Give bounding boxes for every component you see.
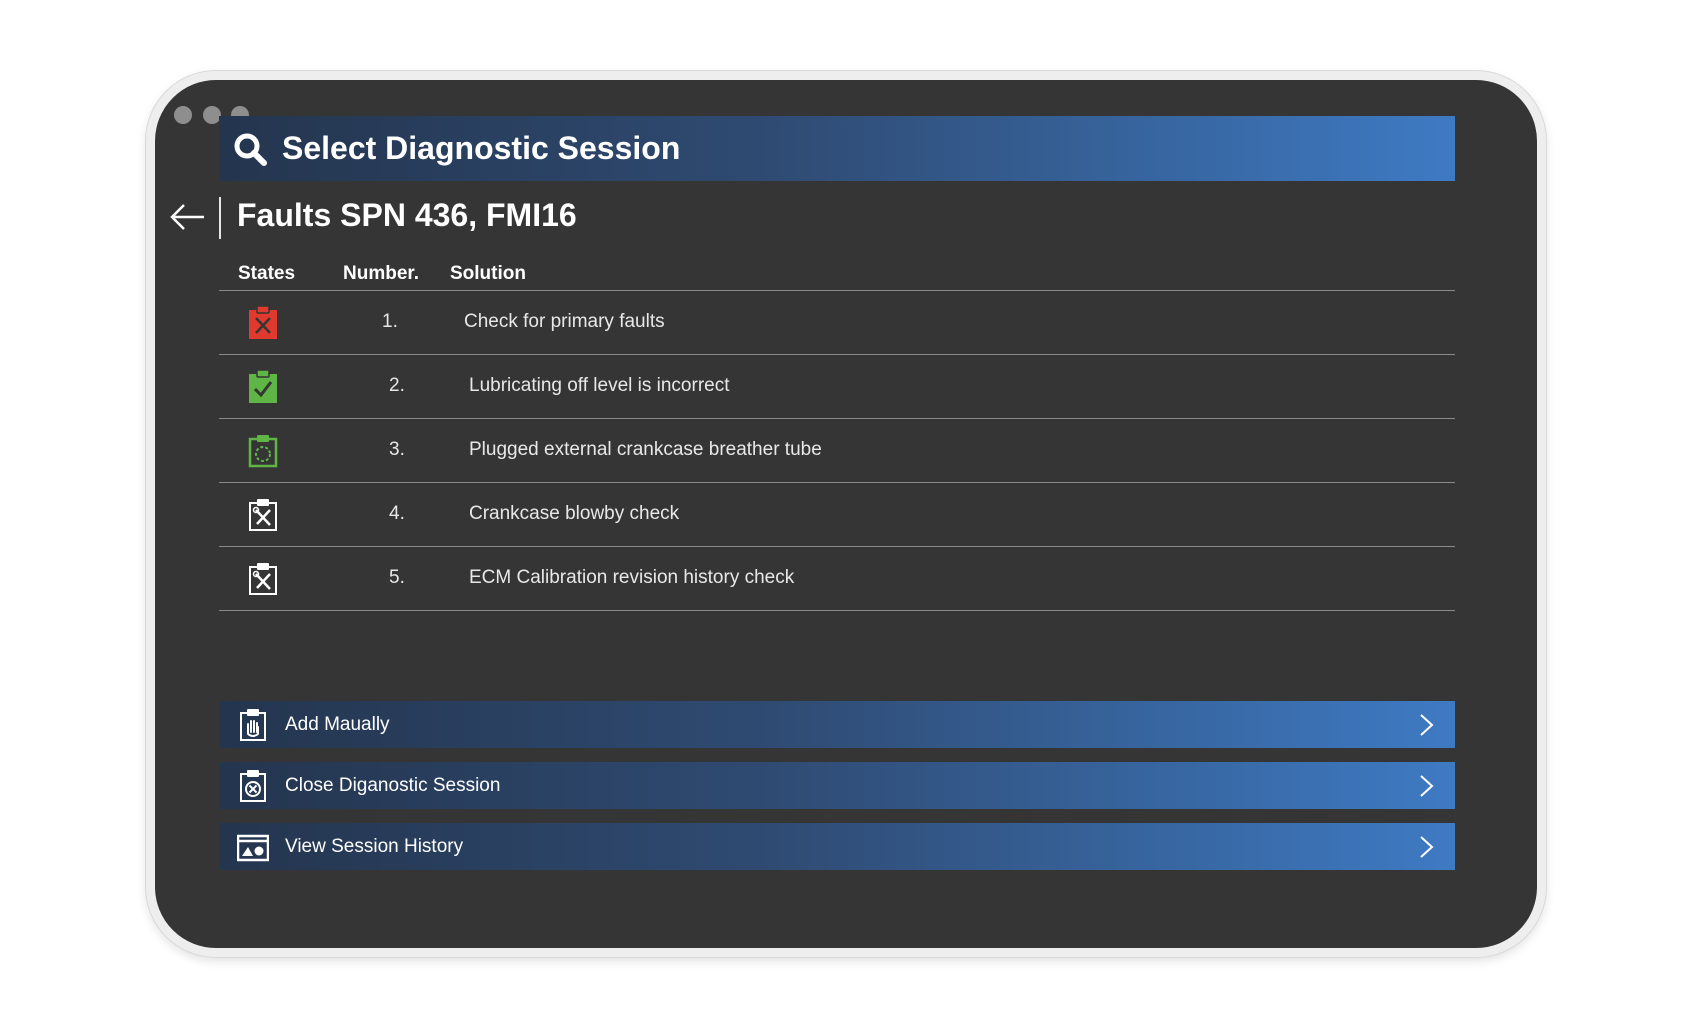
row-number: 1. — [382, 311, 398, 332]
title-divider — [219, 197, 221, 239]
history-folder-icon — [237, 834, 269, 862]
clipboard-check-icon — [249, 370, 277, 403]
table-row[interactable]: 4. Crankcase blowby check — [219, 483, 1455, 546]
clipboard-hand-icon — [240, 709, 266, 741]
back-arrow-icon[interactable] — [168, 197, 208, 237]
table-row[interactable]: 5. ECM Calibration revision history chec… — [219, 547, 1455, 610]
chevron-right-icon — [1420, 836, 1434, 858]
row-solution: Lubricating off level is incorrect — [469, 375, 730, 396]
row-solution: Check for primary faults — [464, 311, 665, 332]
table-divider — [219, 610, 1455, 611]
close-session-button[interactable]: Close Diganostic Session — [219, 762, 1455, 809]
view-history-label: View Session History — [285, 836, 464, 857]
close-session-label: Close Diganostic Session — [285, 775, 501, 796]
row-solution: Plugged external crankcase breather tube — [469, 439, 822, 460]
header-title: Select Diagnostic Session — [282, 130, 681, 166]
chevron-right-icon — [1420, 775, 1434, 797]
window-dot-close[interactable] — [174, 106, 192, 124]
table-row[interactable]: 2. Lubricating off level is incorrect — [219, 355, 1455, 418]
chevron-right-icon — [1420, 714, 1434, 736]
clipboard-tools-icon — [249, 563, 277, 595]
row-number: 3. — [389, 439, 405, 460]
header-bar: Select Diagnostic Session — [219, 116, 1455, 181]
search-icon[interactable] — [233, 132, 267, 166]
column-header-number: Number. — [343, 263, 420, 284]
table-row[interactable]: 1. Check for primary faults — [219, 291, 1455, 354]
clipboard-x-icon — [249, 306, 277, 339]
view-history-button[interactable]: View Session History — [219, 823, 1455, 870]
table-row[interactable]: 3. Plugged external crankcase breather t… — [219, 419, 1455, 482]
clipboard-pending-icon — [248, 435, 278, 468]
clipboard-close-icon — [240, 770, 266, 802]
add-manually-button[interactable]: Add Maually — [219, 701, 1455, 748]
page-title: Faults SPN 436, FMI16 — [237, 197, 577, 233]
clipboard-tools-icon — [249, 499, 277, 531]
column-header-states: States — [238, 263, 296, 284]
column-header-solution: Solution — [450, 263, 526, 284]
add-manually-label: Add Maually — [285, 714, 390, 735]
row-number: 4. — [389, 503, 405, 524]
row-solution: ECM Calibration revision history check — [469, 567, 795, 588]
row-solution: Crankcase blowby check — [469, 503, 680, 524]
row-number: 5. — [389, 567, 405, 588]
row-number: 2. — [389, 375, 405, 396]
